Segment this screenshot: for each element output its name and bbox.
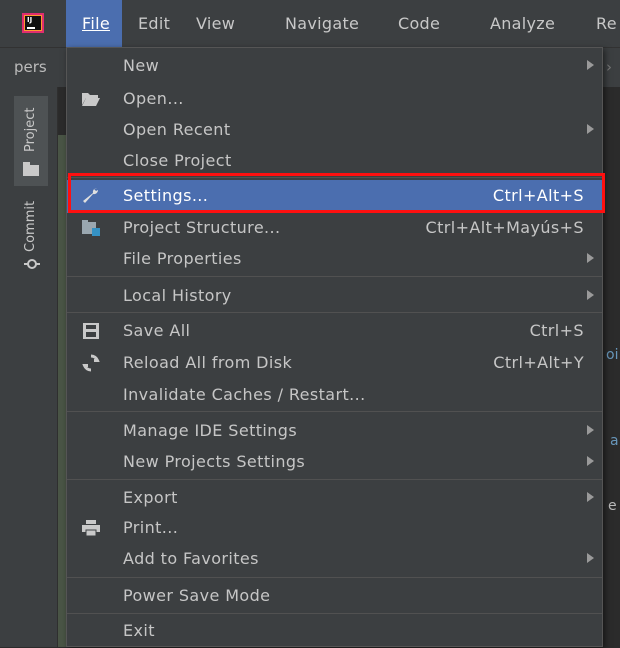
menu-item-invalidate-caches[interactable]: Invalidate Caches / Restart...	[67, 379, 602, 412]
save-icon	[83, 323, 99, 339]
menu-separator	[67, 613, 602, 614]
menu-view[interactable]: View	[196, 0, 235, 47]
menu-item-label: Project Structure...	[123, 218, 281, 237]
submenu-arrow-icon	[587, 60, 594, 70]
folder-icon	[23, 162, 39, 176]
menu-item-manage-ide-settings[interactable]: Manage IDE Settings	[67, 415, 602, 448]
menu-item-shortcut: Ctrl+Alt+Mayús+S	[425, 218, 584, 237]
printer-icon	[82, 520, 100, 537]
menu-item-new[interactable]: New	[67, 50, 602, 83]
menu-item-label: Print...	[123, 518, 179, 537]
menu-item-label: Open...	[123, 89, 184, 108]
menu-item-label: Exit	[123, 621, 155, 640]
menu-item-label: Open Recent	[123, 120, 231, 139]
menu-item-add-to-favorites[interactable]: Add to Favorites	[67, 543, 602, 576]
menu-item-save-all[interactable]: Save All Ctrl+S	[67, 315, 602, 348]
breadcrumb[interactable]: pers	[14, 58, 47, 76]
menu-item-shortcut: Ctrl+Alt+Y	[493, 353, 584, 372]
menu-bar: IJ File Edit View Navigate Code Analyze …	[0, 0, 620, 47]
project-structure-icon	[82, 220, 100, 236]
menu-item-label: Reload All from Disk	[123, 353, 293, 372]
menu-item-local-history[interactable]: Local History	[67, 280, 602, 313]
submenu-arrow-icon	[587, 290, 594, 300]
menu-analyze-label: Analyze	[490, 14, 556, 33]
menu-separator	[67, 276, 602, 277]
submenu-arrow-icon	[587, 425, 594, 435]
menu-item-label: Export	[123, 488, 178, 507]
submenu-arrow-icon	[587, 456, 594, 466]
menu-view-label: View	[196, 14, 236, 33]
menu-separator	[67, 577, 602, 578]
menu-item-reload-all[interactable]: Reload All from Disk Ctrl+Alt+Y	[67, 347, 602, 380]
menu-separator	[67, 411, 602, 412]
menu-item-open[interactable]: Open...	[67, 83, 602, 116]
highlight-box	[68, 173, 605, 213]
menu-separator	[67, 479, 602, 480]
menu-item-project-structure[interactable]: Project Structure... Ctrl+Alt+Mayús+S	[67, 212, 602, 245]
intellij-logo-icon: IJ	[22, 13, 44, 33]
menu-item-label: Invalidate Caches / Restart...	[123, 385, 366, 404]
submenu-arrow-icon	[587, 553, 594, 563]
menu-code[interactable]: Code	[398, 0, 440, 47]
menu-item-shortcut: Ctrl+S	[529, 321, 584, 340]
menu-item-label: Close Project	[123, 151, 232, 170]
menu-item-label: Add to Favorites	[123, 549, 259, 568]
editor-text-fragment: a	[610, 433, 619, 449]
editor-gutter	[58, 135, 66, 647]
open-folder-icon	[82, 93, 100, 106]
menu-item-label: Manage IDE Settings	[123, 421, 298, 440]
menu-item-label: Save All	[123, 321, 191, 340]
menu-item-file-properties[interactable]: File Properties	[67, 243, 602, 276]
tab-project-label: Project	[23, 107, 38, 152]
menu-navigate[interactable]: Navigate	[285, 0, 359, 47]
menu-analyze[interactable]: Analyze	[490, 0, 555, 47]
menu-item-label: New Projects Settings	[123, 452, 306, 471]
menu-item-open-recent[interactable]: Open Recent	[67, 114, 602, 147]
menu-file[interactable]: File	[82, 0, 110, 47]
menu-item-print[interactable]: Print...	[67, 512, 602, 545]
editor-text-fragment: oi	[606, 347, 619, 363]
editor-text-fragment: e	[608, 498, 617, 514]
menu-navigate-label: Navigate	[285, 14, 360, 33]
menu-code-label: Code	[398, 14, 441, 33]
submenu-arrow-icon	[587, 253, 594, 263]
reload-icon	[82, 354, 100, 372]
menu-edit[interactable]: Edit	[138, 0, 170, 47]
chevron-right-icon: ›	[606, 58, 612, 76]
menu-item-exit[interactable]: Exit	[67, 615, 602, 648]
menu-edit-label: Edit	[138, 14, 171, 33]
menu-file-label: File	[82, 14, 110, 33]
submenu-arrow-icon	[587, 124, 594, 134]
commit-icon	[24, 259, 40, 269]
menu-item-label: Local History	[123, 286, 232, 305]
submenu-arrow-icon	[587, 492, 594, 502]
file-menu-dropdown: New Open... Open Recent Close Project Se…	[66, 47, 603, 647]
menu-item-label: Power Save Mode	[123, 586, 271, 605]
menu-item-label: File Properties	[123, 249, 242, 268]
menu-item-new-projects-settings[interactable]: New Projects Settings	[67, 446, 602, 479]
menu-refactor[interactable]: Re	[596, 0, 617, 47]
menu-item-power-save-mode[interactable]: Power Save Mode	[67, 580, 602, 613]
menu-refactor-label: Re	[596, 14, 617, 33]
menu-item-label: New	[123, 56, 160, 75]
menu-item-export[interactable]: Export	[67, 482, 602, 515]
menu-separator	[67, 312, 602, 313]
tab-commit-label: Commit	[23, 200, 38, 252]
